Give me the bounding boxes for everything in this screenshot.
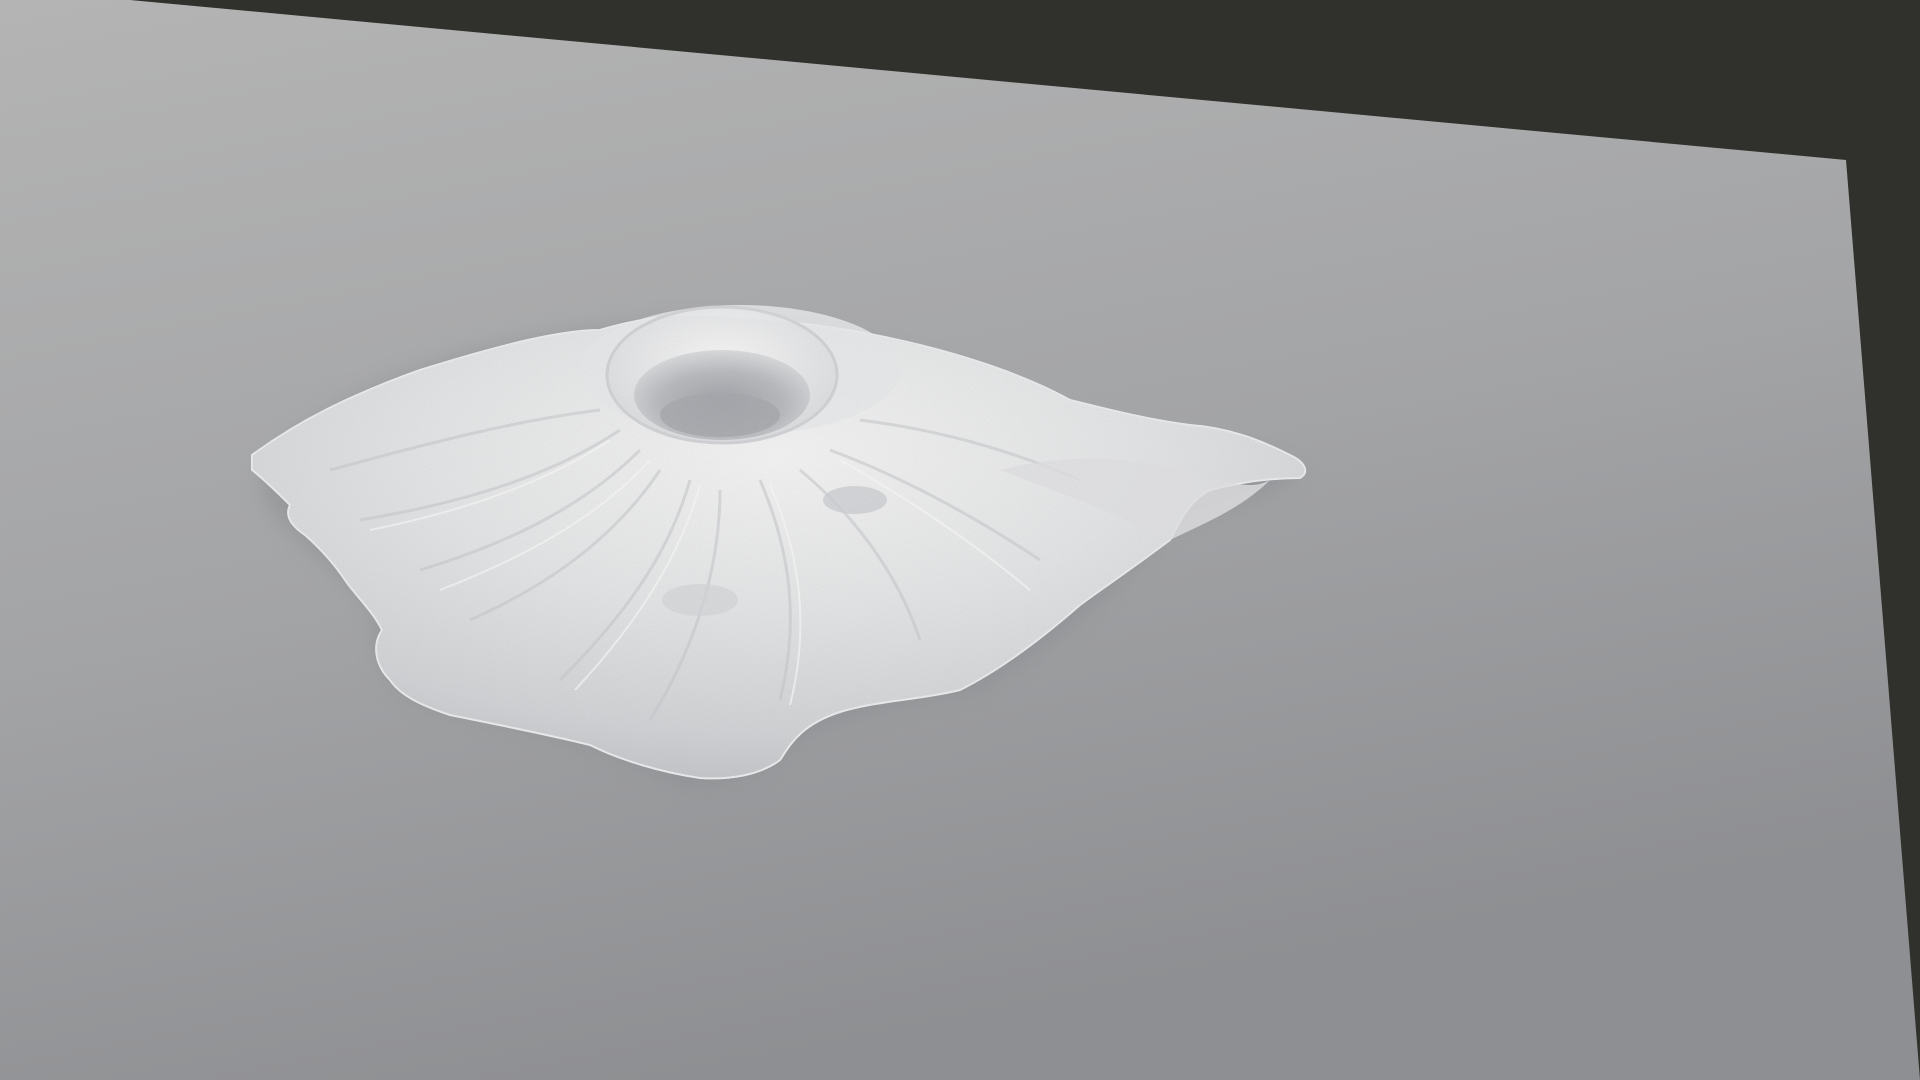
scene-canvas [0, 0, 1920, 1080]
render-viewport [0, 0, 1920, 1080]
